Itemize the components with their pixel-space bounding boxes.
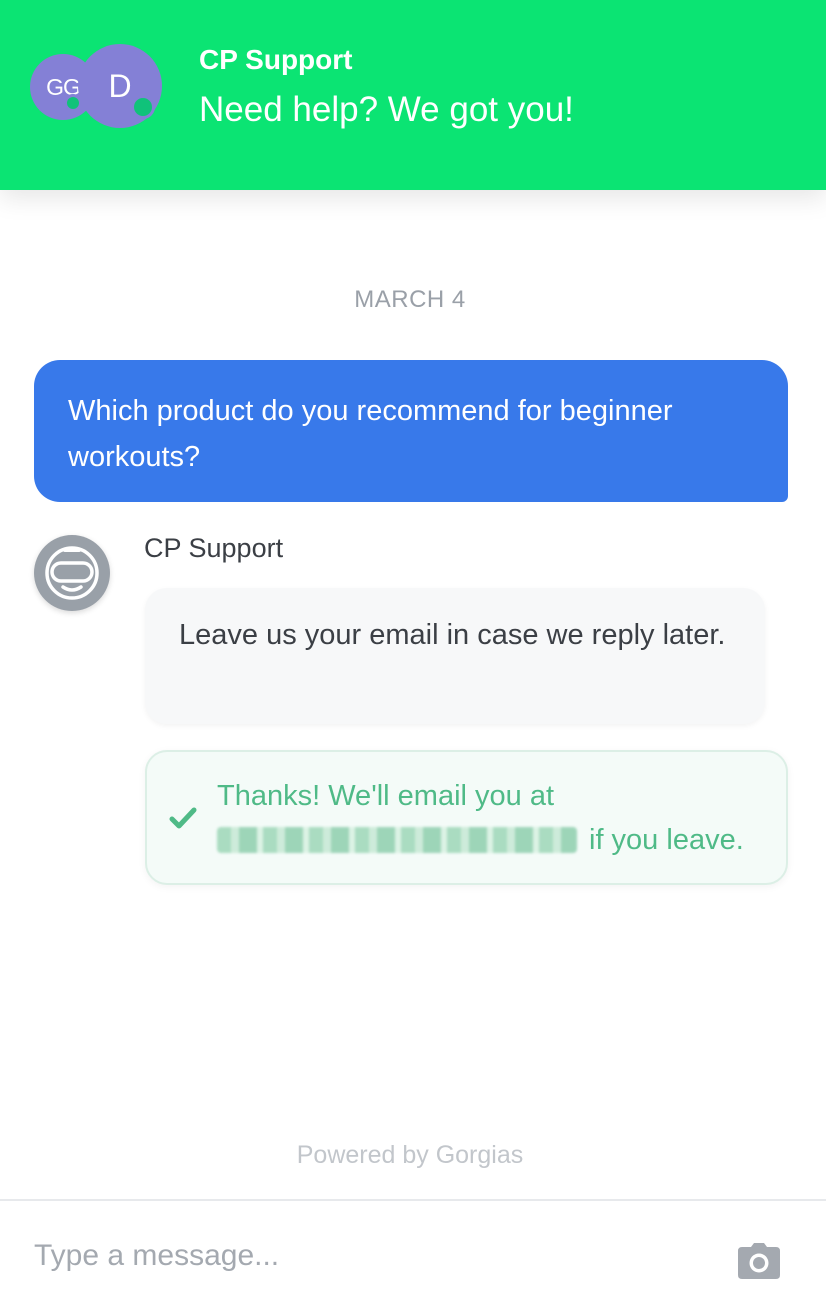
user-message-text: Which product do you recommend for begin… (68, 395, 673, 473)
camera-icon[interactable] (736, 1241, 782, 1281)
header-title: CP Support (199, 44, 353, 75)
chat-header: GG D CP Support Need help? We got you! (0, 0, 826, 190)
bot-face-icon (34, 535, 110, 611)
agent-message-text: Leave us your email in case we reply lat… (179, 619, 726, 651)
check-icon (169, 807, 197, 829)
powered-by-link[interactable]: Powered by Gorgias (0, 1141, 820, 1170)
confirmation-text-before: Thanks! We'll email you at (217, 780, 555, 812)
header-subtitle: Need help? We got you! (199, 90, 574, 129)
email-confirmation: Thanks! We'll email you at if you leave. (145, 750, 788, 885)
confirmation-text: Thanks! We'll email you at if you leave. (217, 774, 777, 862)
chat-window: GG D CP Support Need help? We got you! M… (0, 0, 826, 1310)
agent-message-bubble: Leave us your email in case we reply lat… (145, 588, 765, 724)
redacted-email (217, 827, 577, 853)
agent-name: CP Support (144, 533, 284, 563)
message-input[interactable] (34, 1231, 694, 1281)
message-composer (0, 1199, 826, 1310)
confirmation-text-after: if you leave. (589, 824, 744, 856)
date-separator: MARCH 4 (354, 286, 466, 313)
user-message-bubble: Which product do you recommend for begin… (34, 360, 788, 502)
online-status-dot (131, 95, 155, 119)
avatar-initials: D (108, 67, 132, 104)
